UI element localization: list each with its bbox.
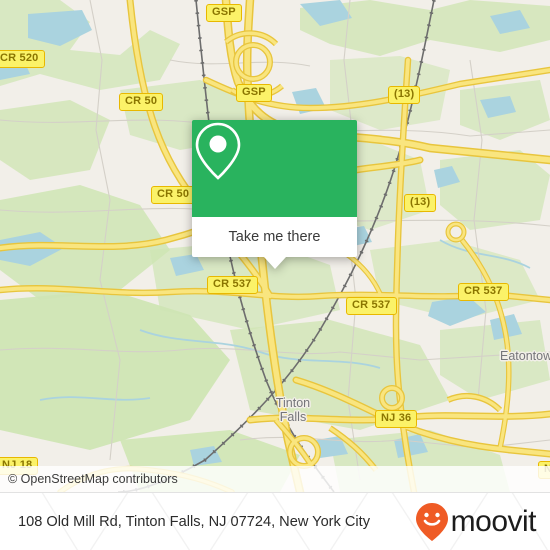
address-text: 108 Old Mill Rd, Tinton Falls, NJ 07724,… — [18, 514, 371, 530]
shield-cr537-right[interactable]: CR 537 — [458, 283, 509, 301]
map-screenshot-root: GSP CR 520 CR 50 GSP (13) CR 50 (13) CR … — [0, 0, 550, 550]
shield-gsp-south[interactable]: GSP — [236, 84, 272, 102]
shield-gsp-north[interactable]: GSP — [206, 4, 242, 22]
shield-13-south[interactable]: (13) — [404, 194, 437, 212]
shield-cr537-center[interactable]: CR 537 — [207, 276, 258, 294]
footer-bar: 108 Old Mill Rd, Tinton Falls, NJ 07724,… — [0, 492, 550, 550]
shield-13-north[interactable]: (13) — [388, 86, 421, 104]
attribution-text: © OpenStreetMap contributors — [8, 472, 178, 486]
place-label-tinton-falls: Tinton Falls — [275, 396, 311, 424]
moovit-pin-smiley-icon — [415, 503, 448, 541]
popup-header — [192, 120, 357, 217]
location-popup-card[interactable]: Take me there — [192, 120, 357, 269]
take-me-there-label: Take me there — [228, 229, 321, 245]
shield-cr50-top[interactable]: CR 50 — [119, 93, 164, 111]
moovit-wordmark: moovit — [450, 505, 537, 538]
popup-pointer-tail — [263, 257, 286, 269]
shield-cr537-mid[interactable]: CR 537 — [346, 297, 397, 315]
map-canvas[interactable]: GSP CR 520 CR 50 GSP (13) CR 50 (13) CR … — [0, 0, 550, 492]
shield-cr520[interactable]: CR 520 — [0, 50, 45, 68]
place-label-eatontown: Eatontown — [500, 349, 550, 363]
shield-nj36[interactable]: NJ 36 — [375, 410, 418, 428]
shield-cr50-left[interactable]: CR 50 — [151, 186, 196, 204]
take-me-there-button[interactable]: Take me there — [192, 217, 357, 257]
map-pin-icon — [195, 122, 241, 180]
moovit-brand-logo[interactable]: moovit — [415, 502, 550, 542]
map-attribution-bar[interactable]: © OpenStreetMap contributors — [0, 466, 550, 492]
